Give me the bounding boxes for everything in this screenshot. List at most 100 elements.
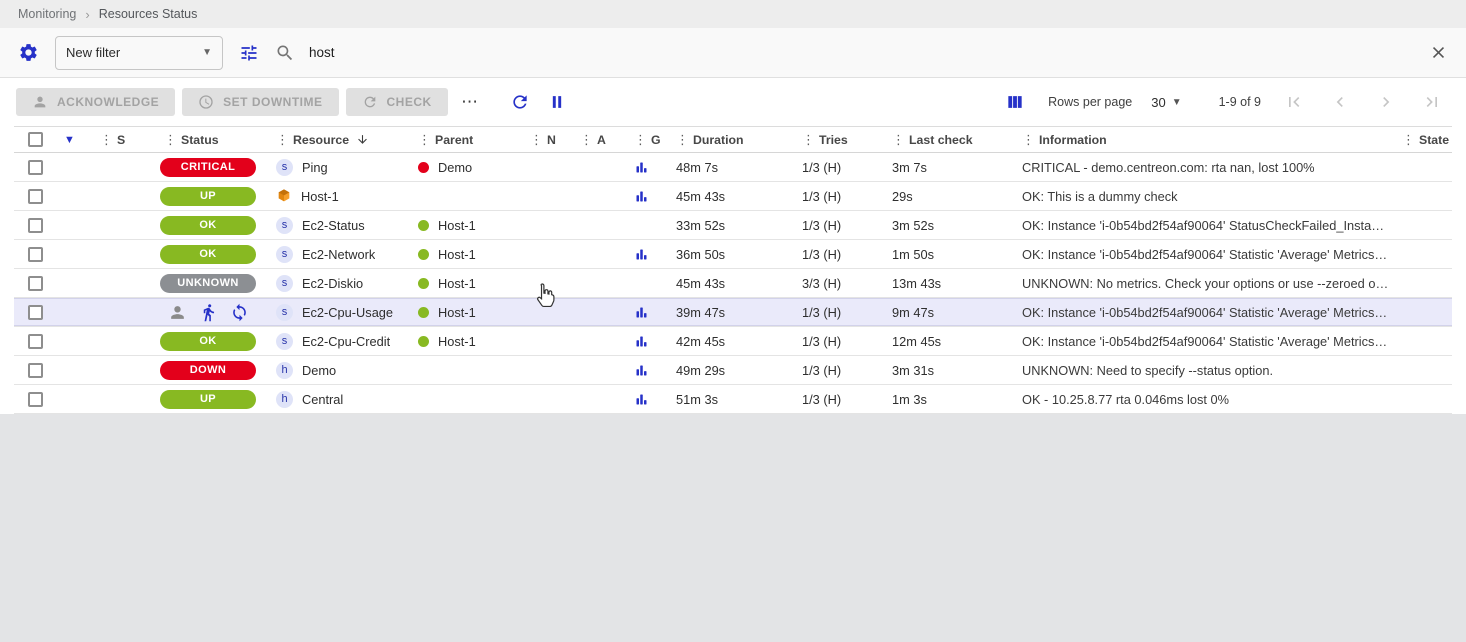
header-label[interactable]: Status bbox=[181, 133, 219, 147]
table-row[interactable]: OKsEc2-StatusHost-133m 52s1/3 (H)3m 52sO… bbox=[14, 211, 1452, 240]
select-all-checkbox[interactable] bbox=[28, 132, 43, 147]
row-checkbox[interactable] bbox=[28, 160, 43, 175]
set-downtime-button[interactable]: SET DOWNTIME bbox=[182, 88, 338, 116]
header-label[interactable]: A bbox=[597, 133, 606, 147]
header-information[interactable]: ⋮ Information bbox=[1010, 127, 1390, 152]
parent-name[interactable]: Host-1 bbox=[438, 305, 476, 320]
table-row[interactable]: UPHost-145m 43s1/3 (H)29sOK: This is a d… bbox=[14, 182, 1452, 211]
header-resource[interactable]: ⋮ Resource bbox=[264, 127, 406, 152]
header-parent[interactable]: ⋮ Parent bbox=[406, 127, 518, 152]
graph-icon[interactable] bbox=[634, 334, 649, 349]
row-checkbox[interactable] bbox=[28, 334, 43, 349]
header-last-check[interactable]: ⋮ Last check bbox=[880, 127, 1010, 152]
drag-handle-icon[interactable]: ⋮ bbox=[892, 132, 905, 148]
first-page-button[interactable] bbox=[1284, 92, 1304, 112]
header-label[interactable]: Last check bbox=[909, 133, 973, 147]
table-row[interactable]: CRITICALsPingDemo48m 7s1/3 (H)3m 7sCRITI… bbox=[14, 153, 1452, 182]
header-label[interactable]: Duration bbox=[693, 133, 744, 147]
resource-name[interactable]: Ec2-Network bbox=[302, 247, 375, 262]
header-label[interactable]: S bbox=[117, 133, 125, 147]
table-row[interactable]: DOWNhDemo49m 29s1/3 (H)3m 31sUNKNOWN: Ne… bbox=[14, 356, 1452, 385]
previous-page-button[interactable] bbox=[1330, 92, 1350, 112]
acknowledge-button[interactable]: ACKNOWLEDGE bbox=[16, 88, 175, 116]
drag-handle-icon[interactable]: ⋮ bbox=[634, 132, 647, 148]
row-checkbox[interactable] bbox=[28, 392, 43, 407]
breadcrumb-item-monitoring[interactable]: Monitoring bbox=[18, 7, 76, 21]
drag-handle-icon[interactable]: ⋮ bbox=[418, 132, 431, 148]
graph-icon[interactable] bbox=[634, 392, 649, 407]
parent-name[interactable]: Demo bbox=[438, 160, 472, 175]
resource-name[interactable]: Ec2-Diskio bbox=[302, 276, 363, 291]
drag-handle-icon[interactable]: ⋮ bbox=[1402, 132, 1415, 148]
filter-preset-select[interactable]: New filter ▼ bbox=[55, 36, 223, 70]
rows-per-page-select[interactable]: 30 ▼ bbox=[1151, 95, 1181, 110]
table-row[interactable]: UPhCentral51m 3s1/3 (H)1m 3sOK - 10.25.8… bbox=[14, 385, 1452, 414]
table-row[interactable]: sEc2-Cpu-UsageHost-139m 47s1/3 (H)9m 47s… bbox=[14, 298, 1452, 327]
resource-name[interactable]: Host-1 bbox=[301, 189, 339, 204]
graph-icon[interactable] bbox=[634, 247, 649, 262]
header-notes[interactable]: ⋮ N bbox=[518, 127, 568, 152]
drag-handle-icon[interactable]: ⋮ bbox=[802, 132, 815, 148]
drag-handle-icon[interactable]: ⋮ bbox=[1022, 132, 1035, 148]
resource-name[interactable]: Ping bbox=[302, 160, 328, 175]
check-button[interactable]: CHECK bbox=[346, 88, 448, 116]
table-row[interactable]: UNKNOWNsEc2-DiskioHost-145m 43s3/3 (H)13… bbox=[14, 269, 1452, 298]
drag-handle-icon[interactable]: ⋮ bbox=[580, 132, 593, 148]
select-menu-caret-icon[interactable]: ▼ bbox=[64, 134, 75, 146]
refresh-button[interactable] bbox=[510, 92, 530, 112]
header-graph[interactable]: ⋮ G bbox=[622, 127, 664, 152]
parent-name[interactable]: Host-1 bbox=[438, 334, 476, 349]
header-label[interactable]: Tries bbox=[819, 133, 848, 147]
row-checkbox[interactable] bbox=[28, 276, 43, 291]
header-tries[interactable]: ⋮ Tries bbox=[790, 127, 880, 152]
header-action[interactable]: ⋮ A bbox=[568, 127, 622, 152]
header-label[interactable]: G bbox=[651, 133, 661, 147]
header-state[interactable]: ⋮ State bbox=[1390, 127, 1452, 152]
drag-handle-icon[interactable]: ⋮ bbox=[100, 132, 113, 148]
resource-name[interactable]: Central bbox=[302, 392, 343, 407]
graph-icon[interactable] bbox=[634, 160, 649, 175]
drag-handle-icon[interactable]: ⋮ bbox=[164, 132, 177, 148]
drag-handle-icon[interactable]: ⋮ bbox=[676, 132, 689, 148]
resource-name[interactable]: Ec2-Cpu-Credit bbox=[302, 334, 390, 349]
header-label[interactable]: Information bbox=[1039, 133, 1107, 147]
row-checkbox[interactable] bbox=[28, 218, 43, 233]
filter-settings-gear-icon[interactable] bbox=[18, 42, 39, 63]
header-label[interactable]: N bbox=[547, 133, 556, 147]
header-label[interactable]: Parent bbox=[435, 133, 473, 147]
duration-cell: 42m 45s bbox=[664, 327, 790, 355]
resource-name[interactable]: Demo bbox=[302, 363, 336, 378]
next-page-button[interactable] bbox=[1376, 92, 1396, 112]
clear-search-close-icon[interactable] bbox=[1429, 43, 1448, 62]
parent-name[interactable]: Host-1 bbox=[438, 247, 476, 262]
header-label[interactable]: State bbox=[1419, 133, 1449, 147]
row-checkbox[interactable] bbox=[28, 305, 43, 320]
search-input[interactable] bbox=[309, 45, 1415, 60]
status-badge: UNKNOWN bbox=[160, 274, 256, 293]
header-status[interactable]: ⋮ Status bbox=[152, 127, 264, 152]
parent-name[interactable]: Host-1 bbox=[438, 218, 476, 233]
drag-handle-icon[interactable]: ⋮ bbox=[276, 132, 289, 148]
more-actions-button[interactable]: ⋯ bbox=[455, 89, 487, 115]
resource-name[interactable]: Ec2-Status bbox=[302, 218, 365, 233]
row-checkbox[interactable] bbox=[28, 247, 43, 262]
breadcrumb-item-resources-status[interactable]: Resources Status bbox=[99, 7, 198, 21]
row-checkbox[interactable] bbox=[28, 189, 43, 204]
edit-columns-button[interactable] bbox=[1005, 92, 1025, 112]
resource-name[interactable]: Ec2-Cpu-Usage bbox=[302, 305, 393, 320]
row-checkbox[interactable] bbox=[28, 363, 43, 378]
parent-name[interactable]: Host-1 bbox=[438, 276, 476, 291]
table-row[interactable]: OKsEc2-NetworkHost-136m 50s1/3 (H)1m 50s… bbox=[14, 240, 1452, 269]
table-row[interactable]: OKsEc2-Cpu-CreditHost-142m 45s1/3 (H)12m… bbox=[14, 327, 1452, 356]
header-severity[interactable]: ⋮ S bbox=[88, 127, 152, 152]
graph-icon[interactable] bbox=[634, 363, 649, 378]
last-page-button[interactable] bbox=[1422, 92, 1442, 112]
graph-icon[interactable] bbox=[634, 189, 649, 204]
header-label[interactable]: Resource bbox=[293, 133, 349, 147]
pause-autorefresh-button[interactable] bbox=[547, 92, 567, 112]
header-duration[interactable]: ⋮ Duration bbox=[664, 127, 790, 152]
drag-handle-icon[interactable]: ⋮ bbox=[530, 132, 543, 148]
advanced-filter-tune-icon[interactable] bbox=[239, 43, 259, 63]
graph-icon[interactable] bbox=[634, 305, 649, 320]
sort-descending-icon[interactable] bbox=[356, 133, 369, 146]
